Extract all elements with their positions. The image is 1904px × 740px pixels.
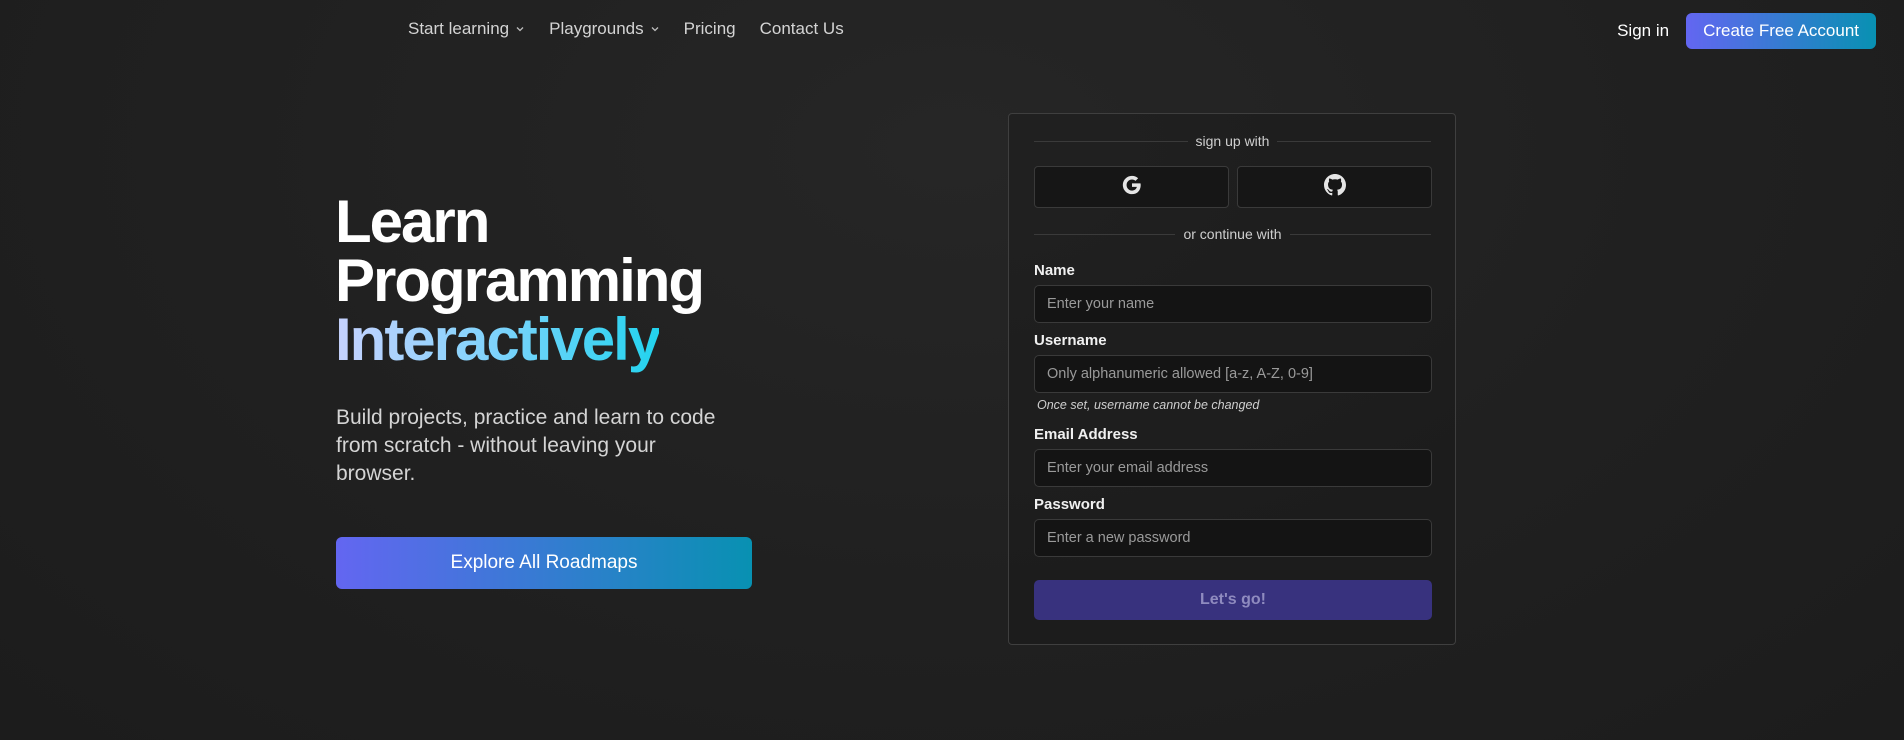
google-signup-button[interactable] bbox=[1034, 166, 1229, 208]
chevron-down-icon bbox=[515, 24, 525, 34]
email-label: Email Address bbox=[1034, 426, 1138, 443]
nav-start-learning[interactable]: Start learning bbox=[408, 19, 525, 39]
username-label: Username bbox=[1034, 332, 1107, 349]
username-input[interactable] bbox=[1034, 355, 1432, 393]
hero-title-line3: Interactively bbox=[335, 306, 661, 373]
hero-title-line2: Programming bbox=[335, 247, 705, 314]
hero-subtitle: Build projects, practice and learn to co… bbox=[336, 406, 716, 485]
divider-line bbox=[1034, 140, 1188, 142]
divider-line bbox=[1277, 140, 1431, 142]
signup-card: sign up with or continue with Name Usern… bbox=[1008, 113, 1456, 645]
password-input[interactable] bbox=[1034, 519, 1432, 557]
divider-line bbox=[1289, 233, 1431, 235]
nav-auth: Sign in Create Free Account bbox=[1617, 13, 1876, 49]
nav-playgrounds-label: Playgrounds bbox=[549, 19, 644, 38]
sign-up-with-divider: sign up with bbox=[1034, 131, 1431, 151]
nav-links: Start learning Playgrounds Pricing Conta… bbox=[408, 19, 868, 39]
sign-up-with-text: sign up with bbox=[1195, 133, 1270, 149]
top-navbar: Start learning Playgrounds Pricing Conta… bbox=[0, 0, 1904, 62]
github-signup-button[interactable] bbox=[1237, 166, 1432, 208]
name-input[interactable] bbox=[1034, 285, 1432, 323]
email-input[interactable] bbox=[1034, 449, 1432, 487]
divider-line bbox=[1034, 233, 1176, 235]
chevron-down-icon bbox=[650, 24, 660, 34]
username-hint: Once set, username cannot be changed bbox=[1037, 398, 1260, 412]
google-icon bbox=[1121, 174, 1143, 201]
github-icon bbox=[1323, 173, 1346, 201]
or-continue-with-text: or continue with bbox=[1183, 226, 1282, 242]
nav-pricing[interactable]: Pricing bbox=[684, 19, 736, 39]
nav-contact-us[interactable]: Contact Us bbox=[760, 19, 844, 39]
submit-button[interactable]: Let's go! bbox=[1034, 580, 1432, 620]
name-label: Name bbox=[1034, 262, 1075, 279]
explore-roadmaps-button[interactable]: Explore All Roadmaps bbox=[336, 537, 752, 589]
create-free-account-button[interactable]: Create Free Account bbox=[1686, 13, 1876, 49]
or-continue-with-divider: or continue with bbox=[1034, 224, 1431, 244]
nav-playgrounds[interactable]: Playgrounds bbox=[549, 19, 660, 39]
password-label: Password bbox=[1034, 496, 1105, 513]
nav-start-learning-label: Start learning bbox=[408, 19, 510, 38]
hero-title-line1: Learn bbox=[335, 188, 490, 255]
sign-in-link[interactable]: Sign in bbox=[1617, 21, 1669, 41]
hero-title: Learn Programming Interactively bbox=[335, 188, 705, 370]
